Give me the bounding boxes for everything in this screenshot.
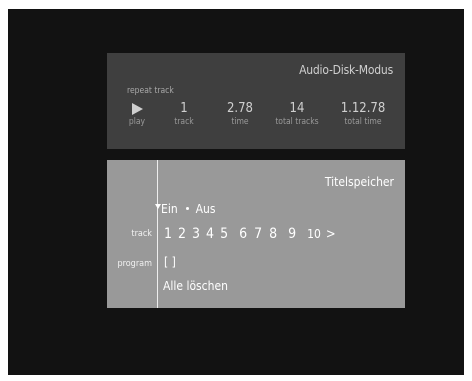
track-number[interactable]: 7: [254, 226, 262, 242]
repeat-track-label[interactable]: repeat track: [127, 86, 174, 96]
program-value: [ ]: [164, 255, 176, 269]
total-time-value: 1.12.78: [340, 101, 386, 116]
track-number[interactable]: 10: [307, 227, 321, 241]
next-tracks-chevron-icon[interactable]: >: [326, 227, 336, 242]
titelspeicher-panel: Titelspeicher Ein Aus track 1 2 3 4 5 6 7…: [107, 160, 405, 308]
clear-all-button[interactable]: Alle löschen: [163, 279, 228, 293]
panel-divider: [157, 160, 158, 308]
track-number[interactable]: 6: [239, 226, 247, 242]
total-time-label: total time: [344, 117, 382, 127]
ein-aus-toggle[interactable]: Ein Aus: [155, 202, 216, 216]
track-number[interactable]: 9: [288, 226, 296, 242]
program-row-label: program: [117, 259, 152, 269]
track-number[interactable]: 8: [269, 226, 277, 242]
track-row-label: track: [131, 229, 152, 239]
separator-dot-icon: [185, 207, 189, 210]
total-time-stat: 1.12.78 total time: [323, 101, 403, 128]
toggle-off[interactable]: Aus: [196, 202, 216, 216]
track-list: 1 2 3 4 5 6 7 8 9 10 >: [164, 224, 336, 244]
track-number[interactable]: 2: [178, 226, 186, 242]
titelspeicher-title: Titelspeicher: [324, 175, 394, 189]
track-number[interactable]: 5: [220, 226, 228, 242]
screen: Audio-Disk-Modus repeat track play 1 tra…: [8, 9, 464, 375]
audio-disk-title: Audio-Disk-Modus: [299, 63, 393, 77]
toggle-on[interactable]: Ein: [161, 202, 178, 216]
track-number[interactable]: 3: [192, 226, 200, 242]
track-number[interactable]: 1: [164, 226, 172, 242]
track-number[interactable]: 4: [206, 226, 214, 242]
audio-disk-panel: Audio-Disk-Modus repeat track play 1 tra…: [107, 53, 405, 149]
play-icon[interactable]: [131, 103, 143, 115]
